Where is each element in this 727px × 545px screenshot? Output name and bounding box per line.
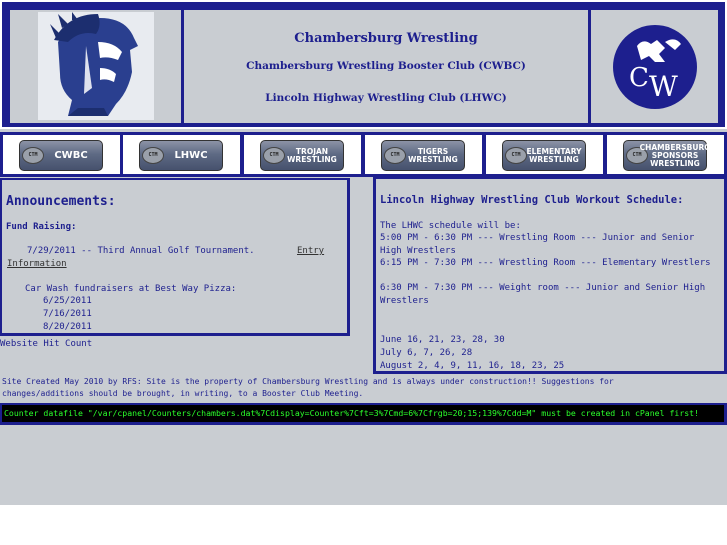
nav-item-sponsors[interactable]: CTM CHAMBERSBURG SPONSORS WRESTLING bbox=[607, 135, 724, 174]
schedule-intro: The LHWC schedule will be: bbox=[380, 221, 521, 231]
svg-text:W: W bbox=[649, 70, 678, 103]
cw-logo: C W bbox=[613, 25, 697, 109]
pin-cap-icon: CTM bbox=[142, 147, 164, 164]
header-title-cell: Chambersburg Wrestling Chambersburg Wres… bbox=[184, 10, 588, 123]
car-wash-date: 8/20/2011 bbox=[43, 322, 92, 332]
schedule-month: July 6, 7, 26, 28 bbox=[380, 348, 473, 358]
schedule-month: August 2, 4, 9, 11, 16, 18, 23, 25 bbox=[380, 361, 565, 371]
safety-pin-button[interactable]: CTM CWBC bbox=[19, 140, 103, 171]
car-wash-date: 7/16/2011 bbox=[43, 309, 92, 319]
schedule-line: 6:30 PM - 7:30 PM --- Weight room --- Ju… bbox=[380, 283, 706, 306]
nav-item-tigers-wrestling[interactable]: CTM TIGERS WRESTLING bbox=[365, 135, 482, 174]
footer-line: Site Created May 2010 by RFS: Site is th… bbox=[2, 377, 614, 386]
header-left-cell bbox=[10, 10, 181, 123]
pin-cap-icon: CTM bbox=[263, 147, 285, 164]
hit-count-label: Website Hit Count bbox=[0, 339, 93, 349]
nav-label: ELEMENTARY WRESTLING bbox=[526, 146, 582, 164]
schedule-month: June 16, 21, 23, 28, 30 bbox=[380, 335, 505, 345]
schedule-heading: Lincoln Highway Wrestling Club Workout S… bbox=[380, 194, 684, 206]
nav-label: CHAMBERSBURG SPONSORS WRESTLING bbox=[639, 142, 711, 168]
counter-error-text: Counter datafile "/var/cpanel/Counters/c… bbox=[2, 405, 724, 422]
header-subtitle-lhwc: Lincoln Highway Wrestling Club (LHWC) bbox=[265, 92, 507, 104]
pin-cap-icon: CTM bbox=[384, 147, 406, 164]
safety-pin-button[interactable]: CTM TROJAN WRESTLING bbox=[260, 140, 344, 171]
page-background: Chambersburg Wrestling Chambersburg Wres… bbox=[0, 0, 727, 505]
nav-item-trojan-wrestling[interactable]: CTM TROJAN WRESTLING bbox=[244, 135, 361, 174]
site-header: Chambersburg Wrestling Chambersburg Wres… bbox=[0, 0, 727, 129]
golf-tournament-text: 7/29/2011 -- Third Annual Golf Tournamen… bbox=[27, 246, 255, 256]
trojan-helmet-logo bbox=[38, 12, 154, 120]
workout-schedule-panel: Lincoln Highway Wrestling Club Workout S… bbox=[373, 176, 727, 374]
safety-pin-button[interactable]: CTM ELEMENTARY WRESTLING bbox=[502, 140, 586, 171]
footer-line: changes/additions should be brought, in … bbox=[2, 389, 364, 398]
car-wash-text: Car Wash fundraisers at Best Way Pizza: bbox=[25, 284, 237, 294]
safety-pin-button[interactable]: CTM LHWC bbox=[139, 140, 223, 171]
nav-bar: CTM CWBC CTM LHWC CTM TROJAN WRESTLING C… bbox=[0, 132, 727, 177]
schedule-line: 6:15 PM - 7:30 PM --- Wrestling Room ---… bbox=[380, 258, 711, 268]
schedule-line: 5:00 PM - 6:30 PM --- Wrestling Room ---… bbox=[380, 233, 695, 256]
page-title: Chambersburg Wrestling bbox=[294, 31, 478, 46]
nav-item-elementary-wrestling[interactable]: CTM ELEMENTARY WRESTLING bbox=[486, 135, 603, 174]
counter-bar: Counter datafile "/var/cpanel/Counters/c… bbox=[0, 403, 727, 425]
pin-cap-icon: CTM bbox=[505, 147, 527, 164]
entry-information-link[interactable]: Entry bbox=[297, 246, 324, 256]
announcements-panel: Announcements: Fund Raising: 7/29/2011 -… bbox=[0, 178, 350, 336]
svg-text:C: C bbox=[629, 63, 649, 93]
pin-cap-icon: CTM bbox=[22, 147, 44, 164]
safety-pin-button[interactable]: CTM TIGERS WRESTLING bbox=[381, 140, 465, 171]
nav-label: TROJAN WRESTLING bbox=[287, 146, 337, 164]
header-right-cell: C W bbox=[591, 10, 718, 123]
site-footer: Site Created May 2010 by RFS: Site is th… bbox=[0, 375, 727, 400]
safety-pin-button[interactable]: CTM CHAMBERSBURG SPONSORS WRESTLING bbox=[623, 140, 711, 171]
nav-item-cwbc[interactable]: CTM CWBC bbox=[3, 135, 120, 174]
header-frame: Chambersburg Wrestling Chambersburg Wres… bbox=[2, 2, 725, 127]
car-wash-date: 6/25/2011 bbox=[43, 296, 92, 306]
nav-label: LHWC bbox=[174, 149, 208, 161]
nav-item-lhwc[interactable]: CTM LHWC bbox=[123, 135, 240, 174]
nav-label: TIGERS WRESTLING bbox=[408, 146, 458, 164]
header-subtitle-cwbc: Chambersburg Wrestling Booster Club (CWB… bbox=[246, 60, 526, 72]
nav-label: CWBC bbox=[54, 149, 88, 161]
fund-raising-heading: Fund Raising: bbox=[6, 222, 77, 232]
entry-information-link-cont[interactable]: Information bbox=[7, 259, 67, 269]
announcements-heading: Announcements: bbox=[6, 194, 116, 209]
